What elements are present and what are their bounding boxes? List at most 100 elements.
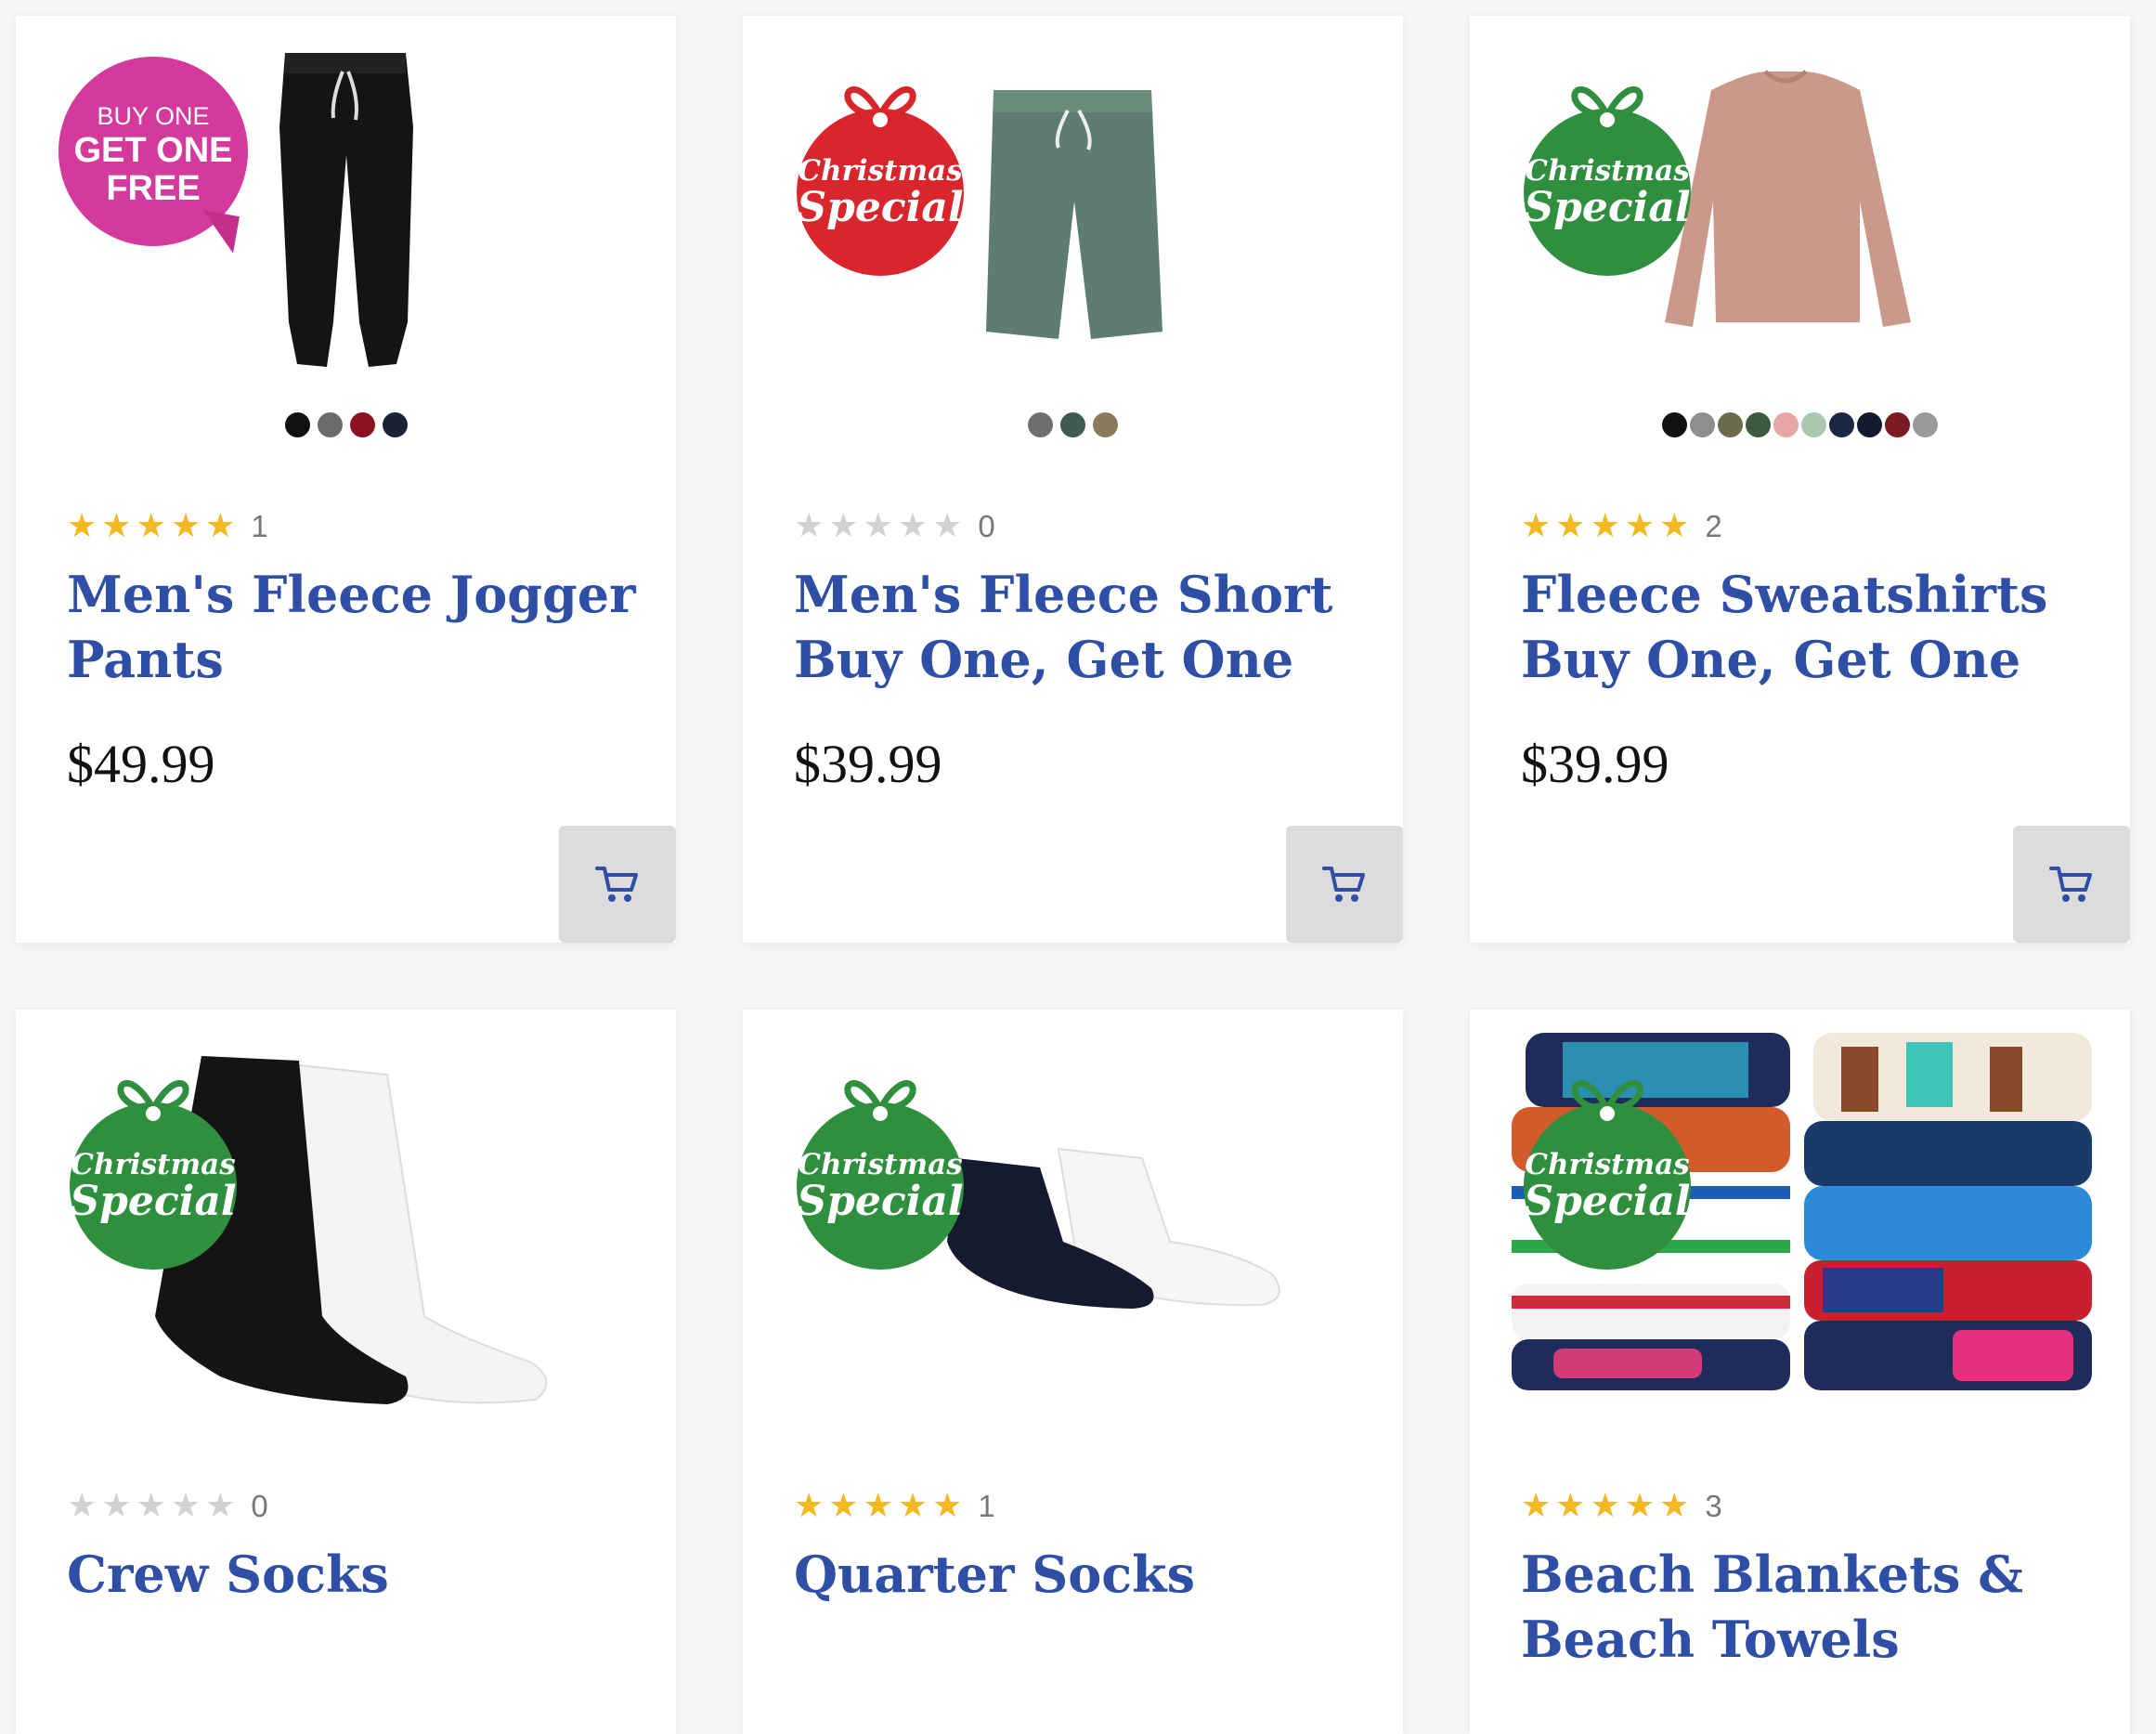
product-price: $39.99 — [1521, 734, 1669, 794]
christmas-special-badge: Christmas Special — [1524, 1079, 1691, 1270]
color-swatch[interactable] — [382, 412, 408, 437]
star-icon: ★ — [794, 1487, 825, 1525]
star-icon: ★ — [1624, 1487, 1656, 1525]
christmas-special-badge: Christmas Special — [70, 1079, 237, 1270]
color-swatch[interactable] — [1028, 412, 1053, 437]
star-icon: ★ — [1659, 507, 1690, 545]
product-image[interactable]: Christmas Special — [743, 1010, 1403, 1455]
star-icon: ★ — [863, 1487, 893, 1525]
product-image[interactable]: BUY ONE GET ONE FREE — [16, 16, 676, 452]
color-swatch[interactable] — [1913, 412, 1938, 437]
color-swatch[interactable] — [1718, 412, 1743, 437]
review-count[interactable]: 0 — [251, 1489, 267, 1524]
product-image[interactable]: Christmas Special — [1470, 1010, 2130, 1455]
badge-text: Christmas — [1525, 1148, 1690, 1181]
color-swatch[interactable] — [1885, 412, 1910, 437]
color-swatch[interactable] — [284, 412, 310, 437]
color-swatch[interactable] — [349, 412, 375, 437]
star-icon: ★ — [897, 507, 929, 545]
color-swatch[interactable] — [1829, 412, 1854, 437]
star-icon: ★ — [101, 1487, 132, 1525]
star-icon: ★ — [897, 1487, 929, 1525]
add-to-cart-button[interactable] — [559, 826, 676, 943]
star-rating: ★ ★ ★ ★ ★ 0 — [67, 1488, 639, 1525]
cart-icon — [595, 867, 638, 902]
color-swatch[interactable] — [1093, 412, 1118, 437]
star-icon: ★ — [136, 507, 166, 545]
ribbon-bow-icon — [117, 1079, 189, 1121]
cart-icon — [1322, 867, 1365, 902]
color-swatch[interactable] — [317, 412, 343, 437]
product-title[interactable]: Quarter Socks — [794, 1542, 1366, 1607]
product-title[interactable]: Fleece Sweatshirts Buy One, Get One — [1521, 562, 2093, 692]
product-image[interactable]: Christmas Special — [743, 16, 1403, 452]
star-icon: ★ — [205, 507, 236, 545]
product-card[interactable]: Christmas Special ★ ★ ★ ★ ★ 3 Beach Blankets … — [1470, 1010, 2130, 1734]
star-icon: ★ — [136, 1487, 166, 1525]
product-title[interactable]: Men's Fleece Short Buy One, Get One — [794, 562, 1366, 692]
color-swatches — [743, 412, 1403, 437]
star-icon: ★ — [101, 507, 132, 545]
star-rating: ★ ★ ★ ★ ★ 1 — [794, 1488, 1366, 1525]
product-card[interactable]: Christmas Special ★ ★ ★ ★ ★ 0 Crew Socks — [16, 1010, 676, 1734]
product-image[interactable]: Christmas Special — [1470, 16, 2130, 452]
star-icon: ★ — [1590, 507, 1620, 545]
star-icon: ★ — [932, 1487, 963, 1525]
review-count[interactable]: 2 — [1705, 509, 1721, 544]
star-icon: ★ — [67, 507, 97, 545]
review-count[interactable]: 3 — [1705, 1489, 1721, 1524]
product-card[interactable]: Christmas Special ★ ★ ★ ★ ★ 2 Fleece Sweatshi… — [1470, 16, 2130, 943]
christmas-special-badge: Christmas Special — [1524, 85, 1691, 276]
star-rating: ★ ★ ★ ★ ★ 3 — [1521, 1488, 2093, 1525]
product-title[interactable]: Men's Fleece Jogger Pants — [67, 562, 639, 692]
product-card[interactable]: BUY ONE GET ONE FREE ★ ★ ★ ★ ★ 1 Men's Fleece… — [16, 16, 676, 943]
color-swatch[interactable] — [1746, 412, 1771, 437]
color-swatch[interactable] — [1857, 412, 1882, 437]
star-icon: ★ — [67, 1487, 97, 1525]
product-title[interactable]: Beach Blankets & Beach Towels — [1521, 1542, 2093, 1672]
star-icon: ★ — [205, 1487, 236, 1525]
star-icon: ★ — [1624, 507, 1656, 545]
product-card[interactable]: Christmas Special ★ ★ ★ ★ ★ 1 Quarter Socks — [743, 1010, 1403, 1734]
color-swatch[interactable] — [1662, 412, 1687, 437]
badge-text: Christmas — [1525, 154, 1690, 188]
badge-text: GET ONE — [73, 131, 233, 170]
star-icon: ★ — [170, 1487, 201, 1525]
color-swatch[interactable] — [1060, 412, 1085, 437]
badge-text: Special — [70, 1178, 237, 1225]
review-count[interactable]: 0 — [978, 509, 994, 544]
badge-text: FREE — [106, 169, 201, 208]
color-swatch[interactable] — [1801, 412, 1826, 437]
star-rating: ★ ★ ★ ★ ★ 0 — [794, 508, 1366, 545]
badge-text: Christmas — [798, 154, 963, 188]
badge-text: Special — [1524, 184, 1691, 231]
ribbon-bow-icon — [1571, 85, 1643, 127]
color-swatch[interactable] — [1690, 412, 1715, 437]
add-to-cart-button[interactable] — [1286, 826, 1403, 943]
review-count[interactable]: 1 — [978, 1489, 994, 1524]
badge-text: Special — [797, 184, 964, 231]
badge-text: Special — [1524, 1178, 1691, 1225]
color-swatches — [1470, 412, 2130, 437]
star-rating: ★ ★ ★ ★ ★ 1 — [67, 508, 639, 545]
product-card[interactable]: Christmas Special ★ ★ ★ ★ ★ 0 Men's Fleece Sh… — [743, 16, 1403, 943]
product-image[interactable]: Christmas Special — [16, 1010, 676, 1455]
star-icon: ★ — [1521, 507, 1552, 545]
badge-text: Christmas — [71, 1148, 236, 1181]
product-price: $49.99 — [67, 734, 215, 794]
color-swatches — [16, 412, 676, 437]
star-icon: ★ — [828, 507, 859, 545]
add-to-cart-button[interactable] — [2013, 826, 2130, 943]
color-swatch[interactable] — [1773, 412, 1799, 437]
star-icon: ★ — [1555, 507, 1586, 545]
badge-text: BUY ONE — [97, 102, 210, 130]
christmas-special-badge: Christmas Special — [797, 1079, 964, 1270]
review-count[interactable]: 1 — [251, 509, 267, 544]
product-title[interactable]: Crew Socks — [67, 1542, 639, 1607]
star-icon: ★ — [828, 1487, 859, 1525]
ribbon-bow-icon — [1571, 1079, 1643, 1121]
christmas-special-badge: Christmas Special — [797, 85, 964, 276]
star-icon: ★ — [932, 507, 963, 545]
star-icon: ★ — [794, 507, 825, 545]
star-icon: ★ — [1521, 1487, 1552, 1525]
